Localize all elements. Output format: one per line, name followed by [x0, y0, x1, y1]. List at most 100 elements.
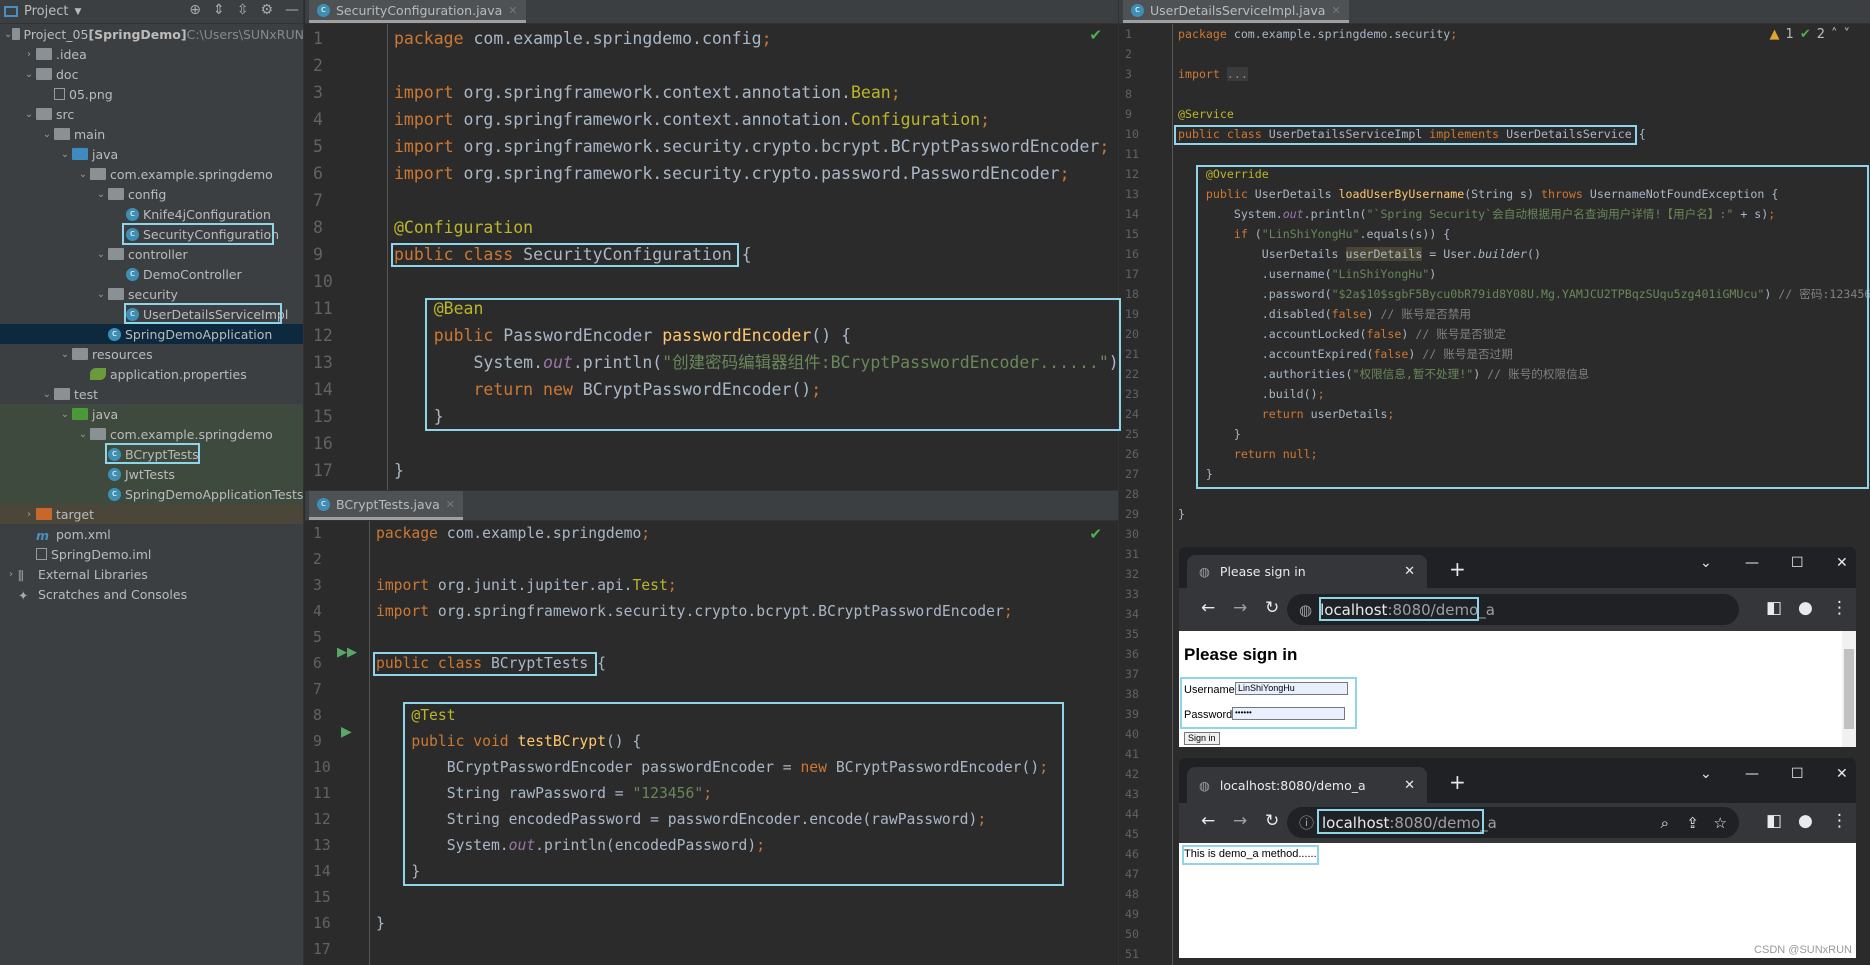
tree-item[interactable]: ⌄ java — [0, 404, 303, 424]
chevron-right-icon[interactable]: › — [22, 509, 36, 520]
new-tab-icon[interactable]: + — [1449, 770, 1466, 794]
tree-item[interactable]: ⌄ src — [0, 104, 303, 124]
chevron-down-icon[interactable]: ⌄ — [22, 69, 36, 80]
chevron-down-icon[interactable]: ⌄ — [76, 429, 90, 440]
close-icon[interactable]: ✕ — [446, 498, 455, 511]
side-panel-icon[interactable]: ◧ — [1766, 598, 1782, 618]
tree-item[interactable]: c Knife4jConfiguration — [0, 204, 303, 224]
address-bar[interactable]: ◍ localhost:8080/demo_a — [1287, 594, 1739, 625]
minimize-icon[interactable]: — — [1745, 555, 1759, 571]
browser-tab[interactable]: ◍ localhost:8080/demo_a ✕ — [1187, 767, 1427, 803]
tree-item[interactable]: ⌄ Project_05 [SpringDemo] C:\Users\SUNxRU… — [0, 24, 303, 44]
share-icon[interactable]: ⇪ — [1686, 814, 1699, 832]
browser-tab[interactable]: ◍ Please sign in ✕ — [1187, 555, 1427, 588]
chevron-down-icon[interactable]: ⌄ — [58, 409, 72, 420]
chevron-right-icon[interactable]: › — [22, 49, 36, 60]
tab-search-icon[interactable]: ⌄ — [1700, 555, 1712, 571]
tree-item[interactable]: c SpringDemoApplicationTests — [0, 484, 303, 504]
close-icon[interactable]: ✕ — [508, 4, 517, 17]
tab-security-configuration[interactable]: c SecurityConfiguration.java ✕ — [309, 0, 526, 23]
side-panel-icon[interactable]: ◧ — [1766, 811, 1782, 831]
tree-item[interactable]: › ⫼ External Libraries — [0, 564, 303, 584]
tab-bcrypt-tests[interactable]: c BCryptTests.java ✕ — [309, 491, 463, 520]
tree-item[interactable]: ⌄ doc — [0, 64, 303, 84]
close-tab-icon[interactable]: ✕ — [1404, 564, 1415, 579]
tree-item[interactable]: ⌄ main — [0, 124, 303, 144]
close-window-icon[interactable]: ✕ — [1836, 555, 1848, 571]
chevron-up-icon[interactable]: ˄ — [1831, 27, 1838, 42]
editor-bcrypt-tests[interactable]: c BCryptTests.java ✕ ✔ ▶▶ ▶ 1 package com.e… — [305, 490, 1118, 965]
close-window-icon[interactable]: ✕ — [1836, 766, 1848, 782]
back-icon[interactable]: ← — [1201, 811, 1215, 831]
tree-item[interactable]: › .idea — [0, 44, 303, 64]
collapse-all-icon[interactable]: ⇳ — [237, 2, 249, 18]
forward-icon[interactable]: → — [1233, 811, 1247, 831]
signin-button[interactable]: Sign in — [1184, 732, 1220, 745]
menu-icon[interactable]: ⋮ — [1831, 811, 1848, 831]
tree-item[interactable]: › target — [0, 504, 303, 524]
tree-item[interactable]: c DemoController — [0, 264, 303, 284]
menu-icon[interactable]: ⋮ — [1831, 598, 1848, 618]
chevron-down-icon[interactable]: ⌄ — [22, 109, 36, 120]
tree-item[interactable]: ⌄ resources — [0, 344, 303, 364]
chevron-down-icon[interactable]: ▼ — [74, 7, 81, 17]
chevron-down-icon[interactable]: ⌄ — [40, 389, 54, 400]
chevron-down-icon[interactable]: ⌄ — [94, 249, 108, 260]
locate-icon[interactable]: ⊕ — [189, 2, 201, 18]
tree-item[interactable]: c SpringDemoApplication — [0, 324, 303, 344]
tree-item[interactable]: ⌄ test — [0, 384, 303, 404]
chevron-down-icon[interactable]: ⌄ — [76, 169, 90, 180]
maximize-icon[interactable]: ☐ — [1791, 555, 1804, 571]
run-test-icon[interactable]: ▶ — [341, 724, 352, 740]
inspection-widget[interactable]: ▲ 1 ✔ 2 ˄ ˅ — [1770, 27, 1850, 42]
tree-item[interactable]: c JwtTests — [0, 464, 303, 484]
tree-item[interactable]: SpringDemo.iml — [0, 544, 303, 564]
minimize-icon[interactable]: — — [1745, 766, 1759, 782]
tree-item[interactable]: ⌄ controller — [0, 244, 303, 264]
tree-item[interactable]: ⌄ java — [0, 144, 303, 164]
no-problems-check-icon[interactable]: ✔ — [1089, 525, 1102, 543]
expand-all-icon[interactable]: ⇕ — [213, 2, 225, 18]
gear-icon[interactable]: ⚙ — [260, 2, 273, 18]
profile-icon[interactable]: ● — [1798, 811, 1813, 831]
chevron-right-icon[interactable]: › — [4, 569, 18, 580]
scrollbar[interactable] — [1842, 631, 1856, 747]
chevron-down-icon[interactable]: ⌄ — [40, 129, 54, 140]
tree-item[interactable]: c SecurityConfiguration — [0, 224, 303, 244]
tab-user-details-service-impl[interactable]: c UserDetailsServiceImpl.java ✕ — [1123, 0, 1349, 23]
tree-item[interactable]: ⌄ com.example.springdemo — [0, 424, 303, 444]
username-input[interactable]: LinShiYongHu — [1235, 682, 1348, 695]
tree-item[interactable]: ⌄ security — [0, 284, 303, 304]
password-input[interactable]: •••••• — [1232, 707, 1345, 720]
tree-item[interactable]: c BCryptTests — [0, 444, 303, 464]
run-all-tests-icon[interactable]: ▶▶ — [337, 645, 357, 660]
hide-icon[interactable]: — — [285, 2, 299, 18]
project-view-selector[interactable]: Project — [24, 4, 68, 19]
tree-item[interactable]: c UserDetailsServiceImpl — [0, 304, 303, 324]
reload-icon[interactable]: ↻ — [1265, 598, 1279, 618]
chevron-down-icon[interactable]: ⌄ — [4, 29, 12, 40]
close-tab-icon[interactable]: ✕ — [1404, 778, 1415, 793]
bookmark-star-icon[interactable]: ☆ — [1714, 814, 1727, 832]
tree-item[interactable]: ✦ Scratches and Consoles — [0, 584, 303, 604]
editor-security-configuration[interactable]: c SecurityConfiguration.java ✕ ✔ 1 package … — [305, 0, 1118, 490]
tree-item[interactable]: ⌄ com.example.springdemo — [0, 164, 303, 184]
maximize-icon[interactable]: ☐ — [1791, 766, 1804, 782]
new-tab-icon[interactable]: + — [1449, 557, 1466, 581]
back-icon[interactable]: ← — [1201, 598, 1215, 618]
reload-icon[interactable]: ↻ — [1265, 811, 1279, 831]
address-bar[interactable]: ⓘ localhost:8080/demo_a ⌕ ⇪ ☆ — [1287, 807, 1739, 838]
chevron-down-icon[interactable]: ⌄ — [58, 349, 72, 360]
chevron-down-icon[interactable]: ⌄ — [94, 289, 108, 300]
forward-icon[interactable]: → — [1233, 598, 1247, 618]
chevron-down-icon[interactable]: ⌄ — [58, 149, 72, 160]
close-icon[interactable]: ✕ — [1331, 4, 1340, 17]
tab-search-icon[interactable]: ⌄ — [1700, 766, 1712, 782]
zoom-icon[interactable]: ⌕ — [1661, 814, 1669, 832]
tree-item[interactable]: application.properties — [0, 364, 303, 384]
tree-item[interactable]: m pom.xml — [0, 524, 303, 544]
chevron-down-icon[interactable]: ⌄ — [94, 189, 108, 200]
tree-item[interactable]: ⌄ config — [0, 184, 303, 204]
chevron-down-icon[interactable]: ˅ — [1844, 27, 1851, 42]
profile-icon[interactable]: ● — [1798, 598, 1813, 618]
